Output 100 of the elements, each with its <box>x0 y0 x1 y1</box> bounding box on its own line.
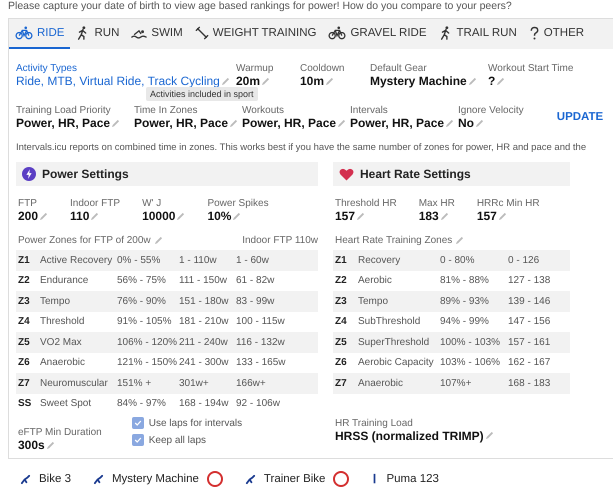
checkbox[interactable]: Use laps for intervals <box>132 417 242 429</box>
zone-percent: 107%+ <box>440 378 472 389</box>
sport-tab[interactable]: GRAVEL RIDE <box>322 19 433 49</box>
pencil-icon[interactable] <box>468 76 477 86</box>
checkbox-box[interactable] <box>132 434 144 446</box>
tooltip: Activities included in sport <box>146 87 258 101</box>
field-label: eFTP Min Duration <box>18 427 102 438</box>
zone-bpm: 127 - 138 <box>508 275 552 286</box>
zone-bpm: 157 - 161 <box>508 336 552 348</box>
zones-note: Indoor FTP 110w <box>242 235 318 246</box>
field-value: Power, HR, Pace <box>134 116 228 130</box>
zone-id: Z7 <box>335 378 348 389</box>
sport-tab[interactable]: RUN <box>70 19 126 49</box>
pencil-icon[interactable] <box>337 118 346 128</box>
pencil-icon[interactable] <box>475 118 484 128</box>
pencil-icon[interactable] <box>498 212 507 220</box>
lightning-icon <box>22 167 36 181</box>
zone-name: Tempo <box>40 296 72 307</box>
zone-name: Sweet Spot <box>40 398 92 410</box>
field-value: ? <box>488 74 496 88</box>
zone-bpm: 162 - 167 <box>508 357 552 368</box>
zone-id: Z4 <box>335 316 348 328</box>
sport-tab[interactable]: OTHER <box>522 19 590 49</box>
field-value: Mystery Machine <box>370 74 467 88</box>
sport-tab[interactable]: WEIGHT TRAINING <box>188 19 322 49</box>
zone-watts: 168 - 194w <box>179 398 230 410</box>
field-value: 20m <box>236 74 260 88</box>
pencil-icon[interactable] <box>176 212 186 220</box>
pencil-icon[interactable] <box>445 118 454 128</box>
field-value: 183 <box>418 209 439 223</box>
zone-indoor-watts: 100 - 115w <box>236 316 286 328</box>
pencil-icon[interactable] <box>90 212 100 220</box>
pencil-icon[interactable] <box>111 118 120 128</box>
pencil-icon[interactable] <box>154 236 163 245</box>
question-icon <box>528 26 540 40</box>
zone-id: Z5 <box>18 336 31 348</box>
sport-tab[interactable]: TRAIL RUN <box>432 19 523 49</box>
zone-name: SubThreshold <box>358 316 422 328</box>
field-label: Threshold HR <box>335 198 397 209</box>
zones-label: Power Zones for FTP of 200w <box>18 235 151 246</box>
info-text: Intervals.icu reports on combined time in zones. This works best if you have the same number of zones for power, HR and pace and the <box>15 141 588 154</box>
pencil-icon[interactable] <box>261 76 270 86</box>
zone-name: VO2 Max <box>40 336 83 348</box>
gear-name[interactable]: Puma 123 <box>386 473 439 485</box>
sport-tab[interactable]: SWIM <box>125 19 189 49</box>
zone-indoor-watts: 1 - 60w <box>236 254 270 266</box>
pencil-icon[interactable] <box>46 440 55 450</box>
zone-indoor-watts: 61 - 82w <box>236 275 276 286</box>
pencil-icon[interactable] <box>484 431 494 440</box>
gear-name[interactable]: Mystery Machine <box>112 473 199 485</box>
zone-name: Tempo <box>358 296 390 307</box>
zone-watts: 111 - 150w <box>179 275 228 286</box>
pencil-icon[interactable] <box>232 212 242 220</box>
field-value[interactable]: Ride, MTB, Virtual Ride, Track Cycling <box>16 74 220 88</box>
zone-name: Recovery <box>358 254 402 266</box>
zone-percent: 89% - 93% <box>440 296 490 307</box>
pencil-icon[interactable] <box>440 212 449 220</box>
field-label: HRRc Min HR <box>476 198 540 209</box>
pencil-icon[interactable] <box>229 118 238 128</box>
field-value: 157 <box>476 209 497 223</box>
gear-name[interactable]: Bike 3 <box>39 473 71 485</box>
zone-id: SS <box>18 398 32 410</box>
section-title: Power Settings <box>42 167 129 181</box>
zone-watts: 301w+ <box>179 378 210 389</box>
zone-name: Anaerobic <box>358 378 404 389</box>
field-label: W' J <box>142 198 162 209</box>
pencil-icon[interactable] <box>496 76 506 86</box>
field-value: Power, HR, Pace <box>350 116 444 130</box>
zone-percent: 0 - 80% <box>440 254 476 266</box>
pencil-icon[interactable] <box>325 76 334 86</box>
zone-watts: 151 - 180w <box>179 296 230 307</box>
update-button[interactable]: UPDATE <box>554 105 606 123</box>
zone-watts: 181 - 210w <box>179 316 230 328</box>
field-label: Cooldown <box>300 63 346 74</box>
zone-percent: 84% - 97% <box>117 398 167 410</box>
field-label: Workout Start Time <box>488 63 574 74</box>
field-label: Power Spikes <box>207 198 269 209</box>
zone-id: Z3 <box>335 296 348 307</box>
zone-percent: 94% - 99% <box>440 316 490 328</box>
pencil-icon[interactable] <box>356 212 366 220</box>
gear-name[interactable]: Trainer Bike <box>264 473 326 485</box>
zone-percent: 100% - 103% <box>440 336 502 348</box>
heart-icon <box>339 168 354 180</box>
pencil-icon[interactable] <box>455 236 464 245</box>
zone-percent: 0% - 55% <box>117 254 162 266</box>
zone-id: Z4 <box>18 316 31 328</box>
field-value: 157 <box>335 209 356 223</box>
zone-percent: 81% - 88% <box>440 275 490 286</box>
sport-tab[interactable]: RIDE <box>9 19 70 49</box>
checkbox[interactable]: Keep all laps <box>132 434 242 446</box>
zone-name: Neuromuscular <box>40 378 109 389</box>
checkbox-box[interactable] <box>132 417 144 429</box>
zone-indoor-watts: 133 - 165w <box>236 357 286 368</box>
zone-bpm: 147 - 156 <box>508 316 552 328</box>
field-label: Default Gear <box>370 63 428 74</box>
zone-id: Z1 <box>18 254 31 266</box>
zone-indoor-watts: 92 - 106w <box>236 398 281 410</box>
field-label: Time In Zones <box>134 105 199 116</box>
zone-bpm: 0 - 126 <box>508 254 540 266</box>
pencil-icon[interactable] <box>39 212 48 220</box>
